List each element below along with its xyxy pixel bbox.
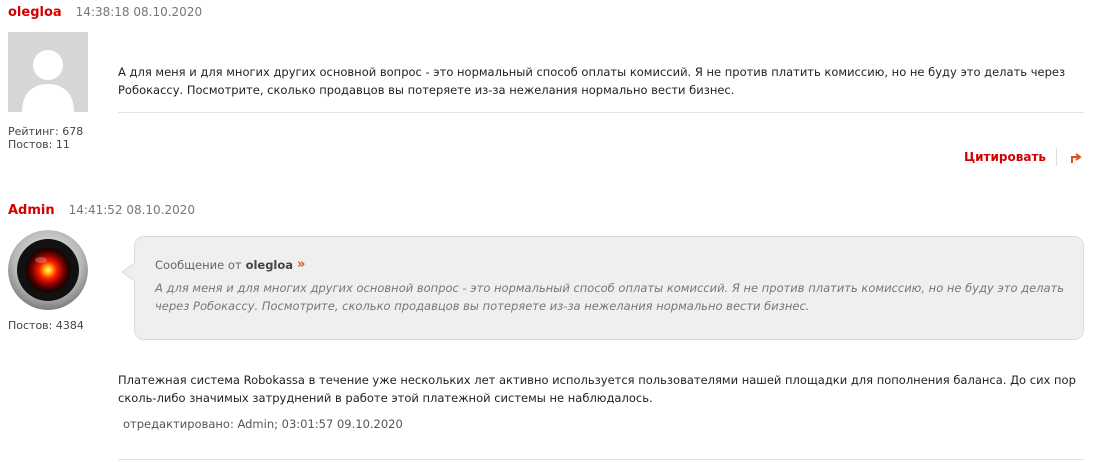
quote-text: А для меня и для многих других основной … bbox=[155, 281, 1065, 313]
user-avatar[interactable] bbox=[8, 32, 88, 112]
user-silhouette-icon bbox=[8, 32, 88, 112]
user-stats: Рейтинг: 678 Постов: 11 bbox=[8, 125, 83, 151]
post-author-link[interactable]: Admin bbox=[8, 203, 55, 218]
quote-prefix: Сообщение от bbox=[155, 257, 242, 272]
double-chevron-right-icon[interactable]: » bbox=[297, 257, 305, 272]
post-timestamp: 14:38:18 08.10.2020 bbox=[75, 5, 203, 19]
user-post-count: Постов: 4384 bbox=[8, 319, 84, 332]
post-timestamp: 14:41:52 08.10.2020 bbox=[68, 203, 196, 217]
quote-pointer-inner bbox=[123, 263, 135, 281]
reply-arrow-icon[interactable] bbox=[1068, 151, 1082, 165]
user-post-count: Постов: 11 bbox=[8, 138, 70, 151]
post-author-link[interactable]: olegloa bbox=[8, 5, 62, 20]
quote-header: Сообщение от olegloa » bbox=[155, 257, 305, 272]
user-rating: Рейтинг: 678 bbox=[8, 125, 84, 138]
edited-note: отредактировано: Admin; 03:01:57 09.10.2… bbox=[123, 417, 403, 431]
post-header: Admin 14:41:52 08.10.2020 bbox=[8, 203, 195, 218]
user-stats: Постов: 4384 bbox=[8, 319, 84, 332]
quote-button[interactable]: Цитировать bbox=[964, 150, 1046, 164]
action-separator bbox=[1056, 148, 1057, 166]
quote-author: olegloa bbox=[245, 257, 294, 272]
post-header: olegloa 14:38:18 08.10.2020 bbox=[8, 5, 202, 20]
post-divider bbox=[118, 112, 1084, 113]
post-body: А для меня и для многих других основной … bbox=[118, 65, 1066, 97]
post-body: Платежная система Robokassa в течение уж… bbox=[118, 373, 1076, 405]
post-divider bbox=[118, 459, 1084, 460]
hal9000-eye-icon[interactable] bbox=[8, 230, 88, 310]
